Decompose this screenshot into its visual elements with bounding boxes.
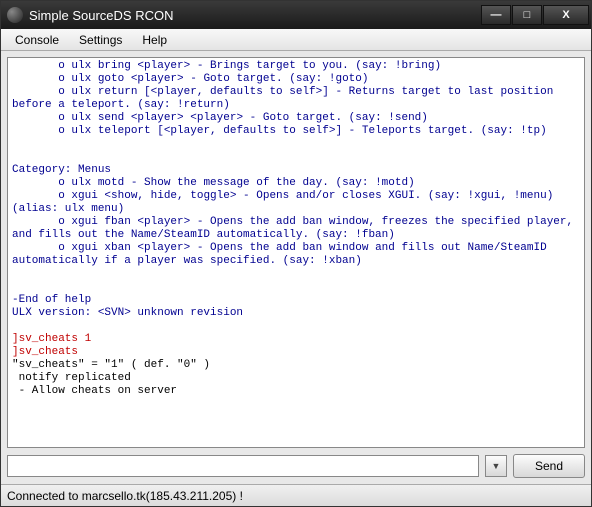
console-line: notify replicated [12, 372, 580, 385]
console-line: o ulx goto <player> - Goto target. (say:… [12, 73, 580, 86]
console-line: ULX version: <SVN> unknown revision [12, 307, 580, 320]
console-line: Category: Menus [12, 164, 580, 177]
statusbar: Connected to marcsello.tk(185.43.211.205… [1, 484, 591, 506]
console-line: o ulx return [<player, defaults to self>… [12, 86, 580, 112]
minimize-button[interactable]: — [481, 5, 511, 25]
console-line [12, 138, 580, 151]
console-line [12, 398, 580, 411]
maximize-button[interactable]: □ [512, 5, 542, 25]
close-button[interactable]: X [543, 5, 589, 25]
menu-console[interactable]: Console [5, 31, 69, 49]
send-button[interactable]: Send [513, 454, 585, 478]
console-line: o ulx teleport [<player, defaults to sel… [12, 125, 580, 138]
console-line: ]sv_cheats 1 [12, 333, 580, 346]
window-title: Simple SourceDS RCON [29, 8, 481, 23]
console-line: o xgui <show, hide, toggle> - Opens and/… [12, 190, 580, 216]
console-line: o ulx bring <player> - Brings target to … [12, 60, 580, 73]
app-window: Simple SourceDS RCON — □ X Console Setti… [0, 0, 592, 507]
command-input[interactable] [7, 455, 479, 477]
console-output[interactable]: o ulx bring <player> - Brings target to … [7, 57, 585, 448]
console-line [12, 151, 580, 164]
console-line: o ulx motd - Show the message of the day… [12, 177, 580, 190]
console-line: -End of help [12, 294, 580, 307]
app-icon [7, 7, 23, 23]
console-line [12, 281, 580, 294]
console-line: o xgui xban <player> - Opens the add ban… [12, 242, 580, 268]
content-area: o ulx bring <player> - Brings target to … [1, 51, 591, 484]
console-line [12, 268, 580, 281]
console-line: o xgui fban <player> - Opens the add ban… [12, 216, 580, 242]
console-line: "sv_cheats" = "1" ( def. "0" ) [12, 359, 580, 372]
console-line [12, 320, 580, 333]
menubar: Console Settings Help [1, 29, 591, 51]
console-line: ]sv_cheats [12, 346, 580, 359]
titlebar: Simple SourceDS RCON — □ X [1, 1, 591, 29]
window-controls: — □ X [481, 5, 589, 25]
menu-settings[interactable]: Settings [69, 31, 132, 49]
input-row: ▼ Send [7, 454, 585, 478]
console-line: - Allow cheats on server [12, 385, 580, 398]
console-line: o ulx send <player> <player> - Goto targ… [12, 112, 580, 125]
menu-help[interactable]: Help [132, 31, 177, 49]
status-text: Connected to marcsello.tk(185.43.211.205… [7, 489, 243, 503]
history-dropdown-button[interactable]: ▼ [485, 455, 507, 477]
